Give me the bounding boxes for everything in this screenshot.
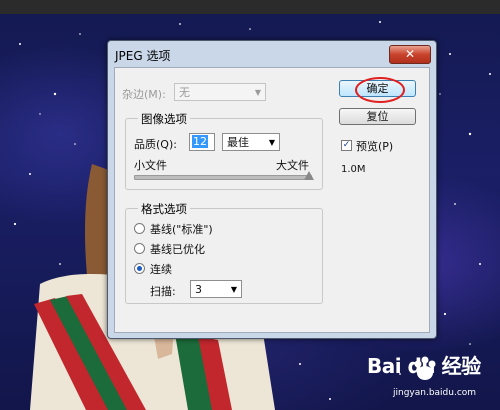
quality-preset-value: 最佳	[227, 136, 249, 149]
radio-baseline-standard[interactable]	[134, 223, 145, 234]
chevron-down-icon: ▼	[254, 88, 261, 97]
matte-select-value: 无	[179, 86, 190, 99]
image-options-title: 图像选项	[138, 111, 190, 127]
quality-value: 12	[192, 135, 208, 148]
preview-label: 预览(P)	[356, 140, 394, 153]
format-options-group: 格式选项 基线("标准") 基线已优化 连续 扫描: 3 ▼	[125, 201, 323, 304]
reset-button[interactable]: 复位	[339, 108, 416, 125]
dialog-title: JPEG 选项	[115, 49, 171, 63]
chevron-down-icon: ▼	[268, 138, 275, 147]
preview-checkbox[interactable]: ✓	[341, 140, 352, 151]
watermark-url: jingyan.baidu.com	[393, 388, 477, 398]
slider-min-label: 小文件	[134, 159, 167, 172]
quality-slider-thumb[interactable]	[304, 171, 314, 180]
format-options-title: 格式选项	[138, 201, 190, 217]
scans-select[interactable]: 3 ▼	[190, 280, 242, 298]
image-options-group: 图像选项 品质(Q): 12 最佳 ▼ 小文件 大文件	[125, 111, 323, 190]
dialog-titlebar: JPEG 选项 ✕	[108, 41, 436, 67]
quality-input[interactable]: 12	[189, 133, 215, 151]
chevron-down-icon: ▼	[230, 285, 237, 294]
scans-label: 扫描:	[150, 285, 176, 298]
matte-label: 杂边(M):	[122, 88, 166, 101]
radio-baseline-optimized-label: 基线已优化	[150, 243, 205, 256]
watermark-brand: Bai du 经验	[367, 354, 481, 378]
highlight-circle	[355, 77, 405, 103]
close-button[interactable]: ✕	[389, 45, 431, 64]
radio-baseline-optimized[interactable]	[134, 243, 145, 254]
dialog-client-area: 杂边(M): 无 ▼ 图像选项 品质(Q): 12 最佳 ▼ 小文件 大文件 格…	[114, 67, 430, 333]
app-top-bar	[0, 0, 500, 14]
jpeg-options-dialog: JPEG 选项 ✕ 杂边(M): 无 ▼ 图像选项 品质(Q): 12 最佳 ▼…	[107, 40, 437, 339]
quality-slider-track[interactable]	[134, 175, 312, 180]
scans-value: 3	[195, 283, 202, 296]
quality-preset-select[interactable]: 最佳 ▼	[222, 133, 280, 151]
radio-progressive[interactable]	[134, 263, 145, 274]
radio-baseline-standard-label: 基线("标准")	[150, 223, 213, 236]
matte-select[interactable]: 无 ▼	[174, 83, 266, 101]
quality-label: 品质(Q):	[134, 138, 177, 151]
file-size-label: 1.0M	[341, 164, 366, 175]
radio-progressive-label: 连续	[150, 263, 172, 276]
